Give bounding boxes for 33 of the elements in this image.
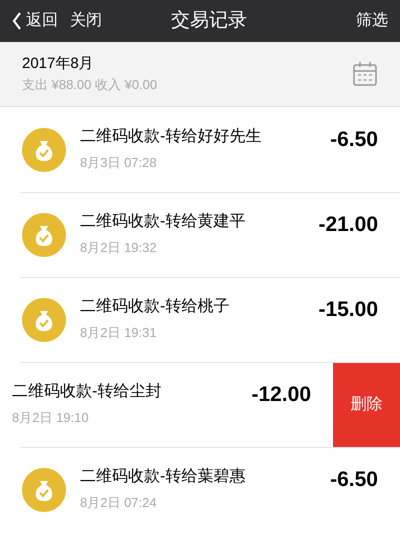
transaction-row[interactable]: 二维码收款-转给尘封 8月2日 19:10 -12.00 <box>0 362 333 447</box>
close-button[interactable]: 关闭 <box>70 9 102 33</box>
chevron-left-icon <box>12 12 22 30</box>
transaction-time: 8月2日 19:10 <box>12 410 90 427</box>
transaction-time: 8月2日 19:32 <box>80 240 158 257</box>
transaction-amount: -12.00 <box>251 382 311 408</box>
transaction-amount: -21.00 <box>318 212 378 238</box>
money-bag-icon <box>22 212 66 256</box>
calendar-icon[interactable] <box>352 61 378 87</box>
transaction-amount: -15.00 <box>318 297 378 323</box>
money-bag-icon <box>22 298 66 342</box>
transaction-row[interactable]: 二维码收款-转给葉碧惠 8月2日 07:24 -6.50 <box>0 447 400 532</box>
transaction-time: 8月3日 07:28 <box>80 155 158 172</box>
transaction-row[interactable]: 二维码收款-转给黄建平 8月2日 19:32 -21.00 <box>0 192 400 277</box>
delete-button[interactable]: 删除 <box>333 362 400 447</box>
transaction-amount: -6.50 <box>330 467 378 493</box>
transaction-title: 二维码收款-转给桃子 <box>80 297 230 318</box>
transaction-title: 二维码收款-转给葉碧惠 <box>80 467 246 488</box>
page-title: 交易记录 <box>171 10 247 31</box>
month-label: 2017年8月 <box>22 54 95 74</box>
transaction-row[interactable]: 二维码收款-转给好好先生 8月3日 07:28 -6.50 <box>0 107 400 192</box>
money-bag-icon <box>22 128 66 172</box>
month-summary: 支出 ¥88.00 收入 ¥0.00 <box>22 77 158 94</box>
transaction-row[interactable]: 二维码收款-转给桃子 8月2日 19:31 -15.00 <box>0 277 400 362</box>
transaction-title: 二维码收款-转给黄建平 <box>80 212 246 232</box>
transaction-time: 8月2日 07:24 <box>80 495 158 512</box>
back-button[interactable]: 返回 <box>12 9 58 33</box>
transaction-title: 二维码收款-转给好好先生 <box>80 127 262 148</box>
transaction-title: 二维码收款-转给尘封 <box>12 382 162 402</box>
filter-button[interactable]: 筛选 <box>356 9 388 33</box>
transaction-time: 8月2日 19:31 <box>80 325 158 342</box>
transaction-amount: -6.50 <box>330 127 378 153</box>
money-bag-icon <box>22 468 66 512</box>
